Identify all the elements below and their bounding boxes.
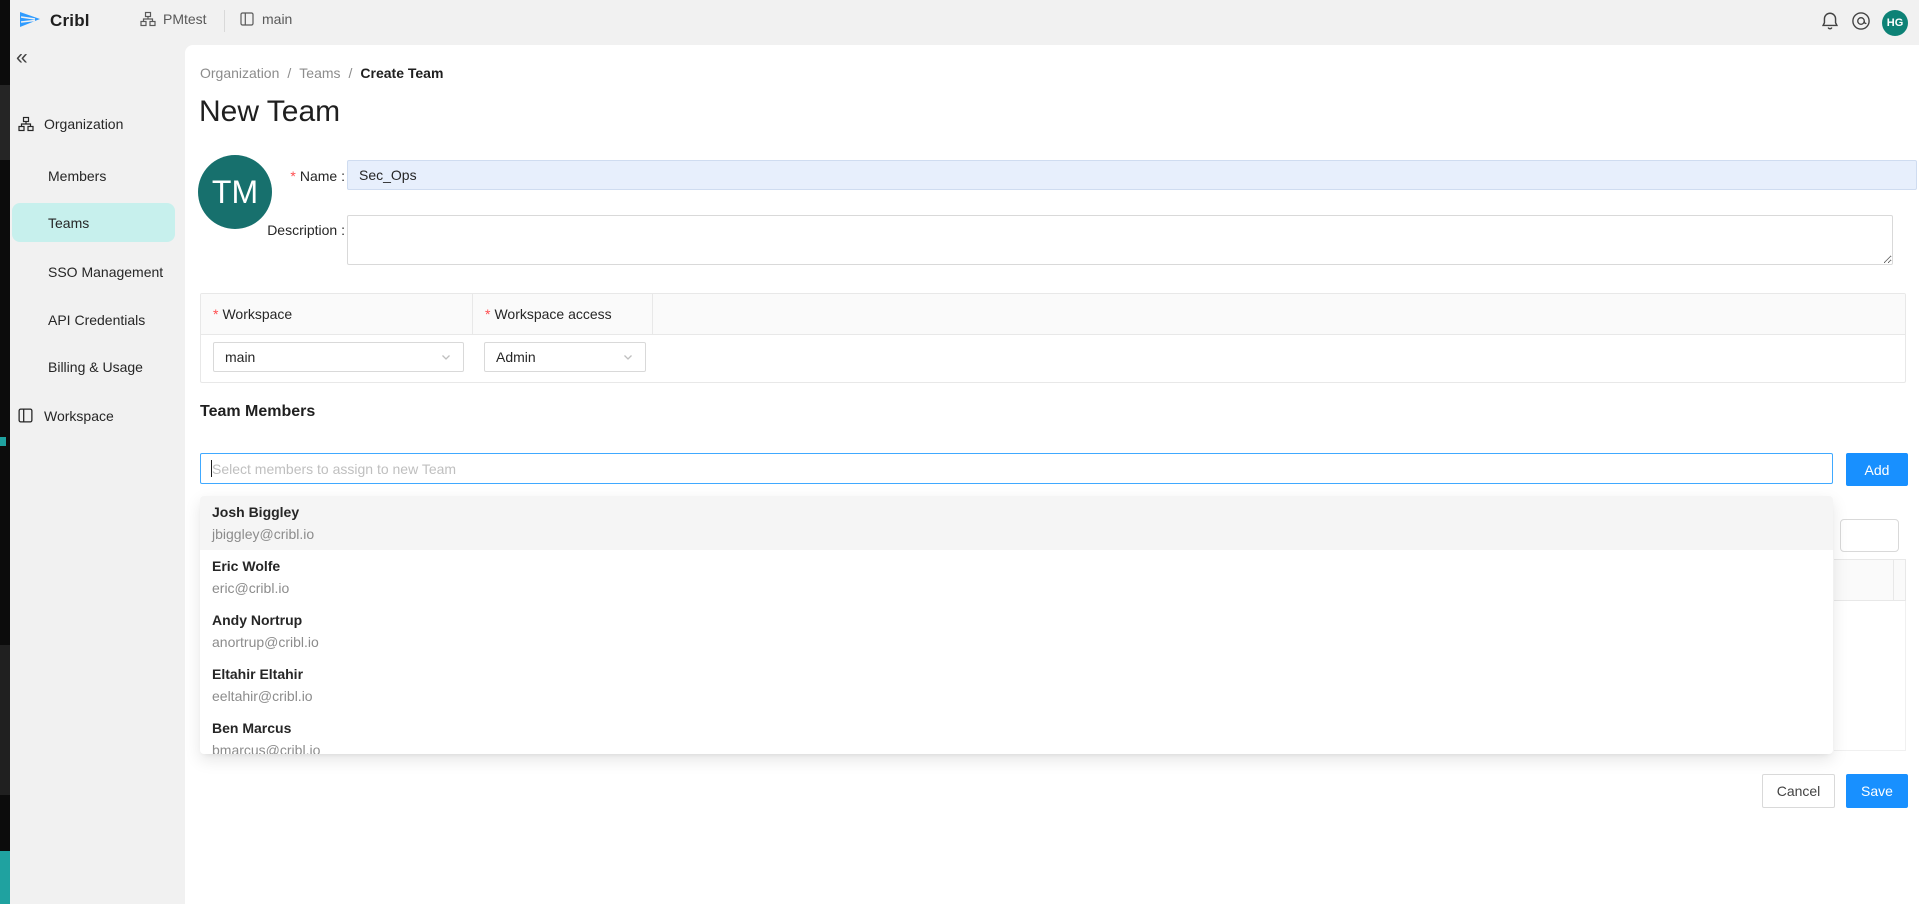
suggestion-item[interactable]: Eltahir Eltahir eeltahir@cribl.io — [200, 658, 1833, 712]
topbar-divider — [224, 10, 225, 32]
team-avatar: TM — [198, 155, 272, 229]
workspace-access-select[interactable]: Admin — [484, 342, 646, 372]
user-avatar[interactable]: HG — [1882, 10, 1908, 36]
suggestion-item[interactable]: Eric Wolfe eric@cribl.io — [200, 550, 1833, 604]
sitemap-icon — [140, 11, 156, 27]
breadcrumb-organization[interactable]: Organization — [200, 65, 279, 81]
breadcrumb-current: Create Team — [360, 65, 443, 81]
member-name: Josh Biggley — [212, 501, 1821, 523]
team-name-input[interactable] — [347, 160, 1917, 190]
workspace-access-select-value: Admin — [496, 349, 536, 365]
edge-artifact — [0, 85, 10, 160]
column-divider — [1893, 560, 1894, 600]
description-label: Description : — [200, 222, 345, 238]
member-email: eeltahir@cribl.io — [212, 685, 1821, 707]
notifications-bell-icon[interactable] — [1820, 11, 1840, 31]
book-icon — [239, 11, 255, 27]
sidebar-item-teams[interactable]: Teams — [48, 215, 89, 231]
breadcrumb-separator: / — [349, 65, 353, 81]
chevron-down-icon — [440, 351, 452, 363]
text-caret — [211, 460, 212, 477]
member-name: Ben Marcus — [212, 717, 1821, 739]
sidebar-item-billing-usage[interactable]: Billing & Usage — [48, 359, 143, 375]
team-description-textarea[interactable] — [347, 215, 1893, 265]
workspace-access-table-header: * Workspace * Workspace access — [201, 294, 1905, 335]
sidebar-item-members[interactable]: Members — [48, 168, 106, 184]
save-button[interactable]: Save — [1846, 774, 1908, 808]
empty-column-header — [653, 294, 1905, 334]
suggestion-item[interactable]: Andy Nortrup anortrup@cribl.io — [200, 604, 1833, 658]
workspace-access-column-header: * Workspace access — [473, 294, 653, 334]
cribl-logo-icon — [18, 10, 42, 30]
required-asterisk: * — [290, 168, 295, 184]
top-bar: Cribl PMtest main HG — [10, 0, 1919, 44]
edge-accent — [0, 851, 10, 904]
book-icon — [17, 407, 34, 424]
sidebar-collapse-button[interactable]: « — [16, 48, 28, 68]
sitemap-icon — [18, 116, 34, 132]
sidebar-item-workspace[interactable]: Workspace — [17, 407, 114, 424]
edge-artifact — [0, 645, 10, 795]
workspace-select-value: main — [225, 349, 255, 365]
add-member-button[interactable]: Add — [1846, 453, 1908, 486]
sidebar-item-label: Organization — [44, 116, 123, 132]
member-name: Eltahir Eltahir — [212, 663, 1821, 685]
member-suggestions-dropdown: Josh Biggley jbiggley@cribl.io Eric Wolf… — [200, 496, 1833, 754]
member-select-box[interactable] — [200, 453, 1833, 484]
workspace-select[interactable]: main — [213, 342, 464, 372]
sidebar-item-organization[interactable]: Organization — [18, 116, 123, 132]
member-email: jbiggley@cribl.io — [212, 523, 1821, 545]
member-email: anortrup@cribl.io — [212, 631, 1821, 653]
member-search-input[interactable] — [201, 454, 1832, 483]
members-table-header — [1834, 559, 1906, 601]
workspace-access-table: * Workspace * Workspace access main Admi… — [200, 293, 1906, 383]
sidebar-active-highlight — [12, 203, 175, 242]
organization-name: PMtest — [163, 11, 207, 27]
member-name: Eric Wolfe — [212, 555, 1821, 577]
member-email: eric@cribl.io — [212, 577, 1821, 599]
sidebar-item-sso-management[interactable]: SSO Management — [48, 264, 163, 280]
organization-switcher[interactable]: PMtest — [140, 11, 207, 27]
workspace-column-header: * Workspace — [201, 294, 473, 334]
background-window-edge — [0, 0, 10, 904]
team-members-heading: Team Members — [200, 403, 315, 421]
sidebar-item-label: Workspace — [44, 408, 114, 424]
workspace-name: main — [262, 11, 292, 27]
member-email: bmarcus@cribl.io — [212, 739, 1821, 754]
page-title: New Team — [199, 95, 340, 129]
members-table-body — [1834, 601, 1906, 751]
create-team-page: Cribl PMtest main HG — [0, 0, 1919, 904]
breadcrumb-teams[interactable]: Teams — [299, 65, 340, 81]
support-at-icon[interactable] — [1851, 11, 1871, 31]
name-label: *Name : — [200, 168, 345, 184]
required-asterisk: * — [485, 306, 490, 322]
chevron-down-icon — [622, 351, 634, 363]
breadcrumb-separator: / — [287, 65, 291, 81]
sidebar-item-api-credentials[interactable]: API Credentials — [48, 312, 145, 328]
member-name: Andy Nortrup — [212, 609, 1821, 631]
suggestion-item[interactable]: Josh Biggley jbiggley@cribl.io — [200, 496, 1833, 550]
workspace-access-table-row: main Admin — [201, 335, 1905, 382]
breadcrumb: Organization / Teams / Create Team — [200, 65, 443, 81]
required-asterisk: * — [213, 306, 218, 322]
suggestion-item[interactable]: Ben Marcus bmarcus@cribl.io — [200, 712, 1833, 754]
workspace-switcher[interactable]: main — [239, 11, 292, 27]
cancel-button[interactable]: Cancel — [1762, 774, 1835, 808]
brand-name[interactable]: Cribl — [50, 11, 90, 31]
members-table-search-input[interactable] — [1840, 519, 1899, 552]
edge-accent — [0, 437, 6, 446]
